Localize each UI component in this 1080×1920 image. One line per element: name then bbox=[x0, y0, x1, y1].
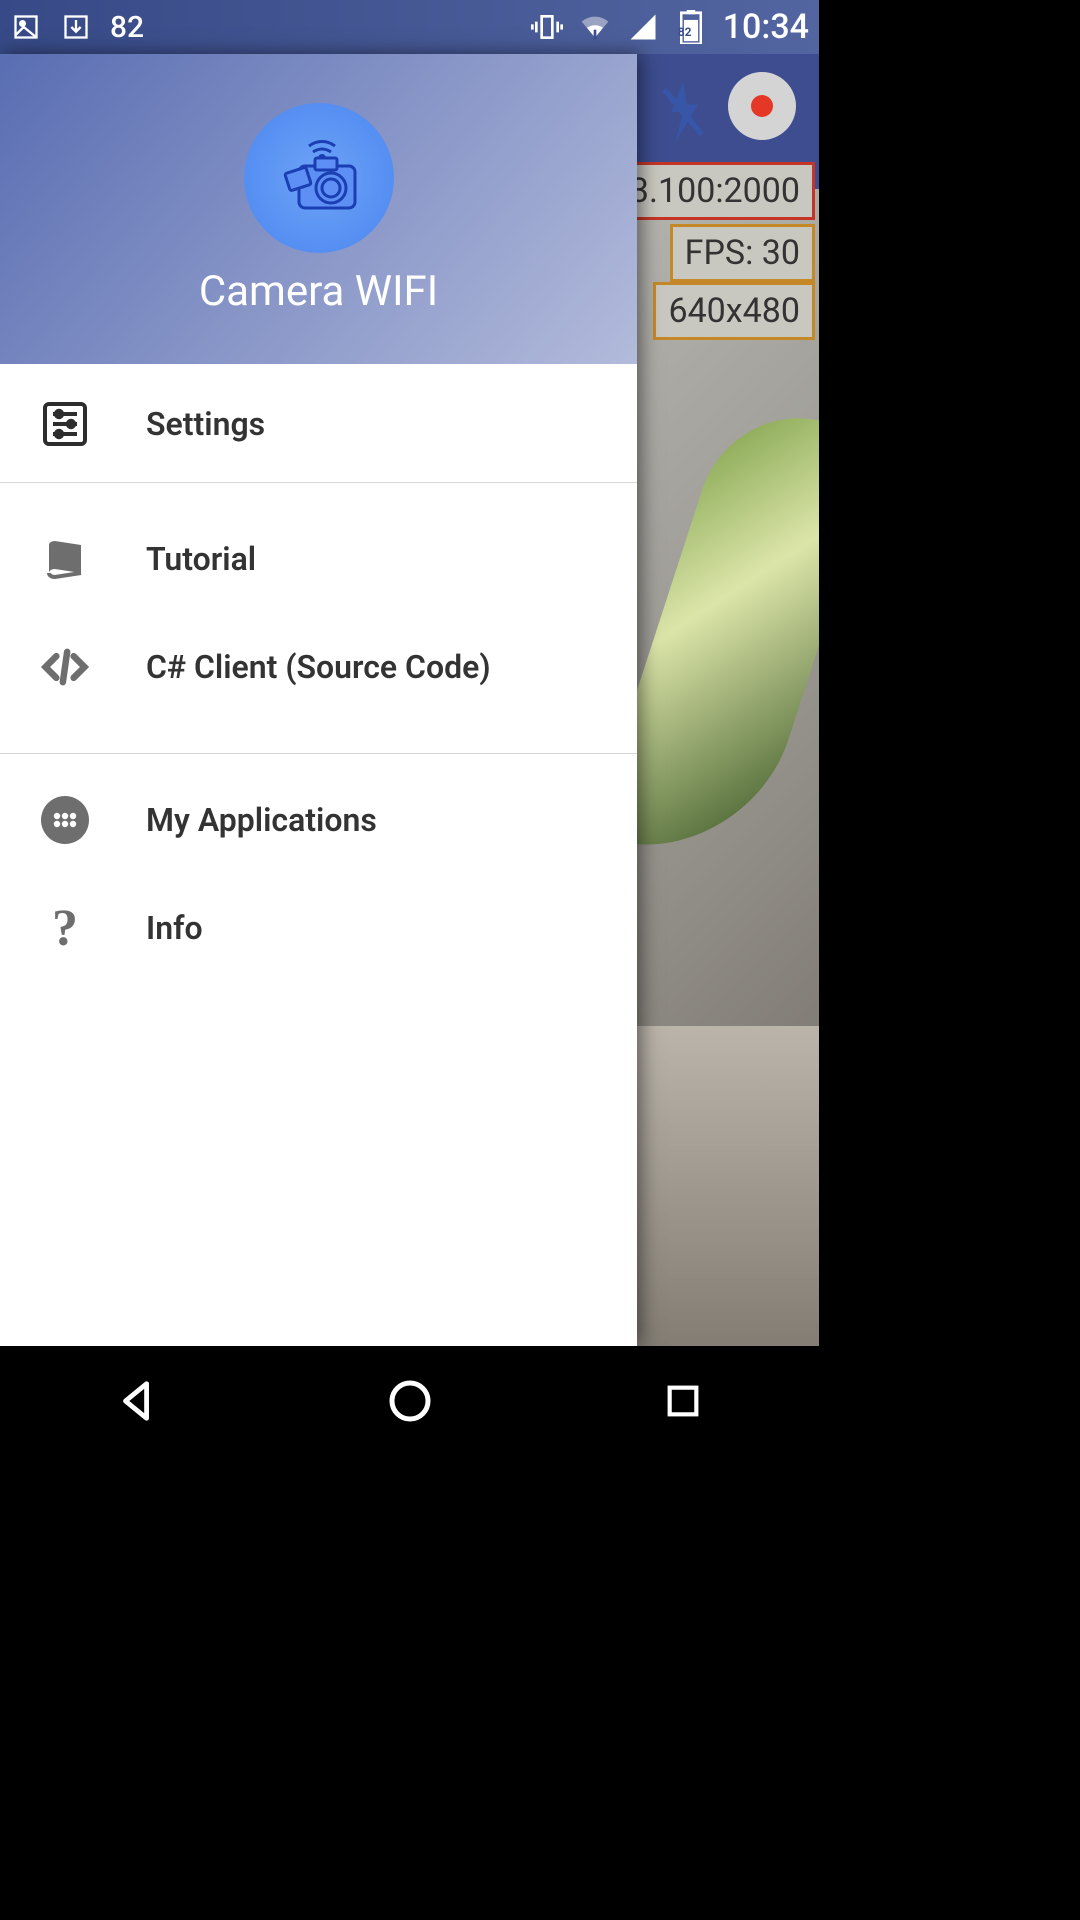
code-icon bbox=[36, 638, 94, 696]
status-temp: 82 bbox=[110, 10, 144, 45]
menu-item-csharp-client[interactable]: C# Client (Source Code) bbox=[0, 613, 637, 721]
menu-item-tutorial[interactable]: Tutorial bbox=[0, 505, 637, 613]
overlay-ip: 3.100:2000 bbox=[615, 162, 815, 220]
record-button[interactable] bbox=[728, 72, 796, 140]
nav-recent-button[interactable] bbox=[648, 1366, 718, 1436]
menu-item-label: My Applications bbox=[146, 801, 377, 839]
battery-pct-label: 82 bbox=[678, 25, 692, 39]
apps-icon bbox=[36, 791, 94, 849]
book-icon bbox=[36, 530, 94, 588]
status-bar: 82 82 10:34 bbox=[0, 0, 819, 54]
sliders-icon bbox=[36, 395, 94, 453]
app-logo-icon bbox=[244, 103, 394, 253]
menu-item-label: Tutorial bbox=[146, 540, 256, 578]
menu-item-info[interactable]: ? Info bbox=[0, 874, 637, 982]
menu-item-label: C# Client (Source Code) bbox=[146, 648, 491, 686]
nav-home-button[interactable] bbox=[375, 1366, 445, 1436]
app-title: Camera WIFI bbox=[199, 267, 438, 316]
menu-item-settings[interactable]: Settings bbox=[0, 370, 637, 478]
download-icon bbox=[60, 11, 92, 43]
nav-drawer: Camera WIFI Settings Tutorial C# Client … bbox=[0, 54, 637, 1346]
overlay-fps: FPS: 30 bbox=[670, 224, 815, 282]
menu-item-label: Settings bbox=[146, 405, 265, 443]
divider bbox=[0, 482, 637, 483]
drawer-header: Camera WIFI bbox=[0, 54, 637, 364]
vibrate-icon bbox=[531, 11, 563, 43]
system-nav-bar bbox=[0, 1346, 819, 1456]
question-icon: ? bbox=[36, 899, 94, 957]
nav-back-button[interactable] bbox=[102, 1366, 172, 1436]
menu-item-label: Info bbox=[146, 909, 203, 947]
flash-off-icon[interactable] bbox=[660, 82, 706, 146]
overlay-res: 640x480 bbox=[653, 282, 815, 340]
cell-signal-icon bbox=[627, 11, 659, 43]
menu-item-my-applications[interactable]: My Applications bbox=[0, 766, 637, 874]
divider bbox=[0, 753, 637, 754]
battery-icon: 82 bbox=[675, 11, 707, 43]
picture-icon bbox=[10, 11, 42, 43]
wifi-icon bbox=[579, 11, 611, 43]
status-clock: 10:34 bbox=[723, 7, 809, 47]
